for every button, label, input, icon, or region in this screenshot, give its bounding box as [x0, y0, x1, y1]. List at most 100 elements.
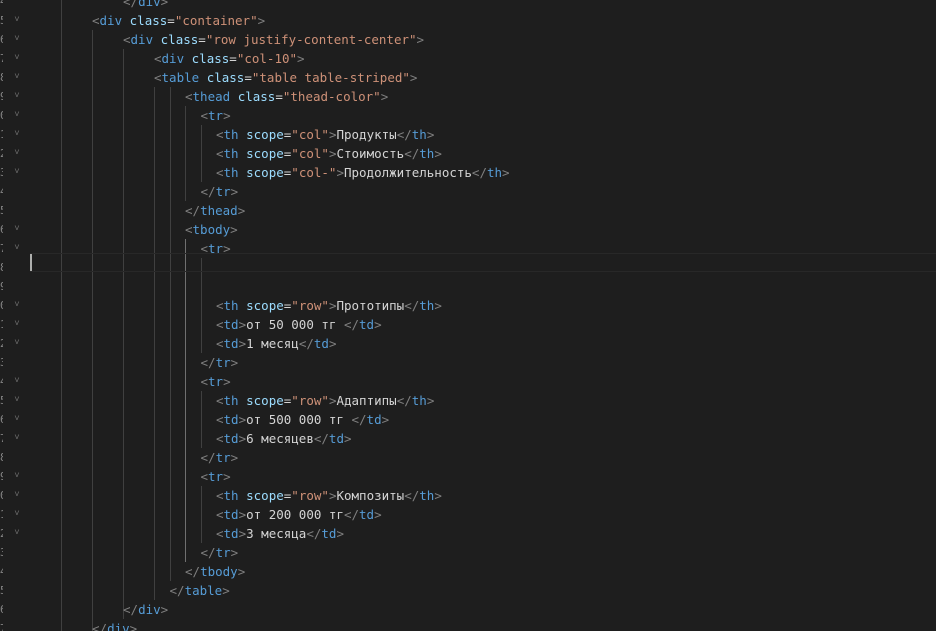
- code-token: >: [381, 412, 390, 427]
- code-line[interactable]: <td>6 месяцев</td>: [216, 429, 352, 448]
- code-token: div: [138, 602, 161, 617]
- code-token: td: [223, 526, 239, 541]
- code-token: >: [238, 526, 247, 541]
- code-token: "thead-color": [282, 89, 381, 104]
- code-line[interactable]: <th scope="row">Композиты</th>: [216, 486, 442, 505]
- code-line[interactable]: </div>: [123, 0, 168, 11]
- code-line[interactable]: <td>от 50 000 тг </td>: [216, 315, 382, 334]
- code-line[interactable]: </div>: [123, 600, 168, 619]
- code-area[interactable]: </div> <div class="container"> <div class=…: [0, 0, 936, 631]
- code-token: </: [396, 393, 412, 408]
- code-token: >: [230, 355, 239, 370]
- code-line[interactable]: <tr>: [201, 372, 231, 391]
- code-token: scope: [246, 488, 284, 503]
- code-line[interactable]: </thead>: [185, 201, 245, 220]
- code-editor[interactable]: 45˅6˅7˅8˅9˅0˅1˅2˅3˅456˅7˅890˅1˅2˅34˅5˅6˅…: [0, 0, 936, 631]
- code-token: </: [200, 184, 216, 199]
- code-token: "row": [291, 488, 329, 503]
- code-line[interactable]: <div class="col-10">: [154, 49, 305, 68]
- code-token: th: [419, 488, 435, 503]
- code-line[interactable]: <tr>: [201, 106, 231, 125]
- code-line[interactable]: <th scope="row">Адаптипы</th>: [216, 391, 434, 410]
- code-token: div: [107, 621, 130, 631]
- code-token: div: [138, 0, 161, 9]
- code-token: td: [223, 317, 239, 332]
- code-line[interactable]: <td>от 200 000 тг</td>: [216, 505, 382, 524]
- code-token: </: [471, 165, 487, 180]
- code-token: th: [223, 165, 239, 180]
- indent-guide: [61, 0, 62, 631]
- code-line[interactable]: <th scope="col">Стоимость</th>: [216, 144, 442, 163]
- code-token: </: [396, 127, 412, 142]
- code-token: tr: [208, 108, 224, 123]
- code-line[interactable]: <th scope="row">Прототипы</th>: [216, 296, 442, 315]
- code-token: <: [216, 507, 224, 522]
- code-token: >: [434, 146, 442, 161]
- code-line[interactable]: <tr>: [201, 239, 231, 258]
- code-token: class: [160, 32, 199, 47]
- code-token: "col": [291, 146, 329, 161]
- code-token: </: [343, 507, 360, 522]
- code-token: <: [185, 222, 193, 237]
- code-token: >: [160, 602, 169, 617]
- code-line[interactable]: <tr>: [201, 467, 231, 486]
- code-token: от 500 000 тг: [246, 412, 352, 427]
- code-line[interactable]: <table class="table table-striped">: [154, 68, 417, 87]
- code-token: th: [223, 146, 239, 161]
- code-line[interactable]: <th scope="col">Продукты</th>: [216, 125, 434, 144]
- code-line[interactable]: <td>3 месяца</td>: [216, 524, 344, 543]
- code-token: >: [336, 526, 344, 541]
- code-token: >: [343, 431, 352, 446]
- code-line[interactable]: <div class="row justify-content-center">: [123, 30, 424, 49]
- code-token: scope: [246, 298, 284, 313]
- code-token: </: [313, 431, 329, 446]
- code-token: "col": [291, 127, 329, 142]
- code-token: >: [374, 317, 382, 332]
- code-line[interactable]: </table>: [170, 581, 230, 600]
- code-token: >: [223, 108, 231, 123]
- code-token: th: [223, 393, 239, 408]
- code-token: "row": [291, 393, 329, 408]
- code-token: >: [237, 564, 246, 579]
- code-token: </: [404, 146, 420, 161]
- code-token: Композиты: [336, 488, 405, 503]
- code-token: class: [206, 70, 245, 85]
- code-token: >: [257, 13, 266, 28]
- code-line[interactable]: </tr>: [201, 353, 239, 372]
- code-token: Продукты: [336, 127, 397, 142]
- code-line[interactable]: </tr>: [201, 182, 239, 201]
- code-line[interactable]: <td>1 месяц</td>: [216, 334, 336, 353]
- code-line[interactable]: <thead class="thead-color">: [185, 87, 388, 106]
- code-token: >: [416, 32, 425, 47]
- code-token: scope: [246, 393, 284, 408]
- code-token: <: [216, 146, 224, 161]
- code-token: >: [230, 222, 238, 237]
- code-token: >: [160, 0, 169, 9]
- code-token: scope: [246, 127, 284, 142]
- code-line[interactable]: </div>: [92, 619, 137, 631]
- code-token: >: [230, 450, 239, 465]
- code-line[interactable]: </tbody>: [185, 562, 245, 581]
- code-token: 3 месяца: [246, 526, 307, 541]
- code-token: от 50 000 тг: [246, 317, 344, 332]
- code-line[interactable]: <td>от 500 000 тг </td>: [216, 410, 389, 429]
- code-token: Прототипы: [336, 298, 405, 313]
- code-token: thead: [200, 203, 238, 218]
- indent-guide: [201, 391, 202, 448]
- code-line[interactable]: </tr>: [201, 448, 239, 467]
- code-token: "table table-striped": [251, 70, 410, 85]
- code-token: >: [238, 336, 247, 351]
- code-token: <: [154, 51, 162, 66]
- code-token: td: [359, 507, 375, 522]
- indent-guide: [201, 125, 202, 182]
- code-line[interactable]: <th scope="col-">Продолжительность</th>: [216, 163, 510, 182]
- code-line[interactable]: <div class="container">: [92, 11, 265, 30]
- code-line[interactable]: </tr>: [201, 543, 239, 562]
- indent-guide: [154, 87, 155, 600]
- code-token: td: [321, 526, 337, 541]
- code-line[interactable]: <tbody>: [185, 220, 238, 239]
- code-token: =: [275, 89, 283, 104]
